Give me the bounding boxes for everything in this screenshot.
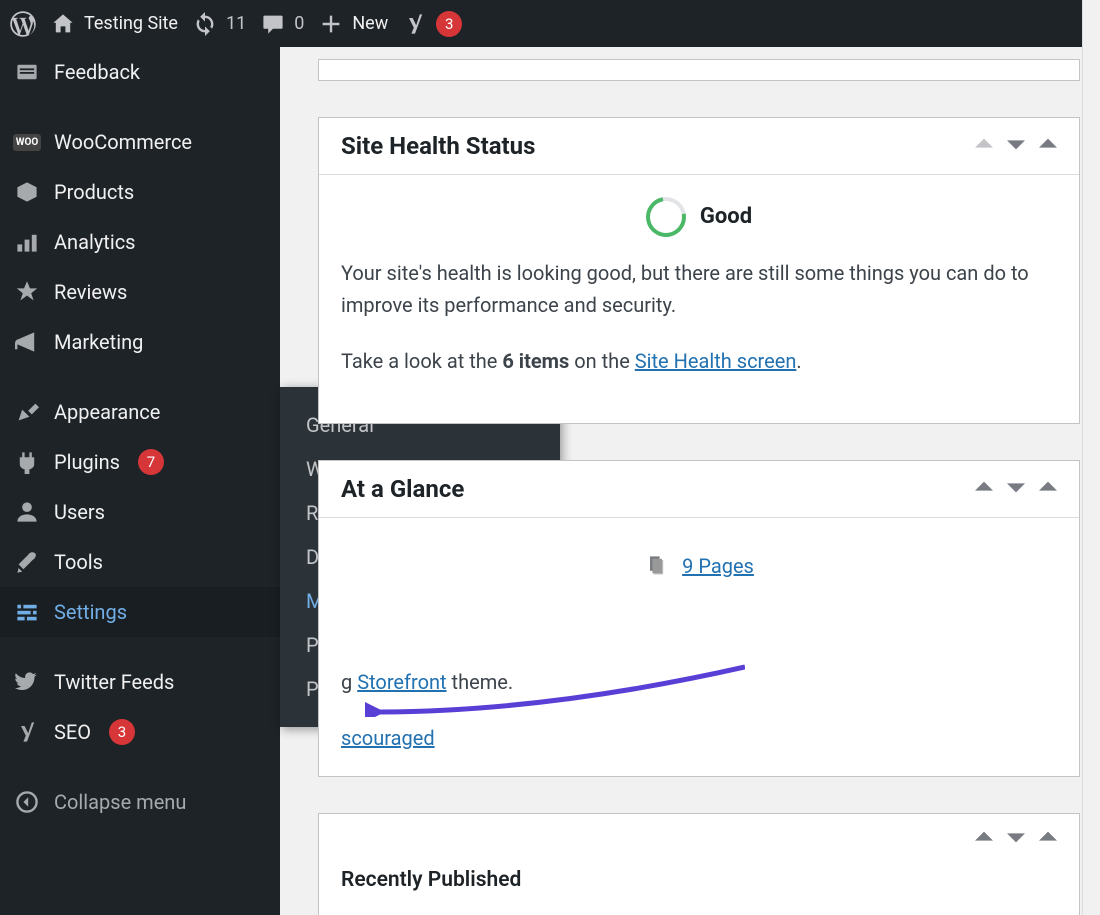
sidebar-item-label: Plugins (54, 450, 120, 474)
at-a-glance-panel: At a Glance 9 Pages g Storefront theme. (318, 460, 1080, 777)
theme-link[interactable]: Storefront (357, 670, 446, 694)
update-count-badge: 7 (138, 449, 164, 475)
sidebar-item-reviews[interactable]: Reviews (0, 267, 280, 317)
appearance-icon (14, 399, 40, 425)
panel-header: At a Glance (319, 461, 1079, 518)
pages-row[interactable]: 9 Pages (341, 540, 1057, 606)
site-health-panel: Site Health Status Good Your site's heal… (318, 117, 1080, 424)
sidebar-item-label: Appearance (54, 400, 160, 424)
sidebar-item-products[interactable]: Products (0, 167, 280, 217)
sidebar-item-settings[interactable]: SettingsGeneralWritingReadingDiscussionM… (0, 587, 280, 637)
health-ring-icon (638, 189, 694, 245)
admin-sidebar: Feedback WOO WooCommerce Products Analytics R… (0, 47, 280, 915)
comments-count: 0 (294, 13, 304, 34)
discouraged-link[interactable]: scouraged (341, 726, 435, 750)
plugins-icon (14, 449, 40, 475)
pages-icon (644, 554, 668, 578)
move-down-icon[interactable] (1007, 135, 1025, 157)
sidebar-item-tools[interactable]: Tools (0, 537, 280, 587)
comments-link[interactable]: 0 (260, 11, 304, 37)
toggle-panel-icon[interactable] (1039, 135, 1057, 157)
yoast-count-badge: 3 (436, 11, 462, 37)
comment-icon (260, 11, 286, 37)
recently-published-heading: Recently Published (341, 864, 1057, 898)
sidebar-item-label: Twitter Feeds (54, 670, 174, 694)
panel-header: Site Health Status (319, 118, 1079, 175)
analytics-icon (14, 229, 40, 255)
sidebar-item-label: Users (54, 500, 105, 524)
sidebar-item-woocommerce[interactable]: WOO WooCommerce (0, 117, 280, 167)
sidebar-item-label: WooCommerce (54, 130, 192, 154)
sidebar-item-twitter-feeds[interactable]: Twitter Feeds (0, 657, 280, 707)
settings-icon (14, 599, 40, 625)
toggle-panel-icon[interactable] (1039, 478, 1057, 500)
health-description: Your site's health is looking good, but … (341, 257, 1057, 321)
feedback-icon (14, 59, 40, 85)
update-count-badge: 3 (109, 719, 135, 745)
toggle-panel-icon[interactable] (1039, 828, 1057, 850)
updates-link[interactable]: 11 (192, 11, 246, 37)
products-icon (14, 179, 40, 205)
move-down-icon[interactable] (1007, 828, 1025, 850)
health-status-row: Good (341, 197, 1057, 237)
sidebar-item-label: Collapse menu (54, 790, 186, 814)
reviews-icon (14, 279, 40, 305)
panel-title: At a Glance (341, 475, 464, 503)
collapse-icon (14, 789, 40, 815)
tools-icon (14, 549, 40, 575)
sidebar-item-plugins[interactable]: Plugins 7 (0, 437, 280, 487)
wordpress-icon (10, 11, 36, 37)
site-name-link[interactable]: Testing Site (50, 11, 178, 37)
admin-bar: Testing Site 11 0 New 3 (0, 0, 1100, 47)
home-icon (50, 11, 76, 37)
yoast-link[interactable]: 3 (402, 11, 462, 37)
move-up-icon[interactable] (975, 478, 993, 500)
site-name: Testing Site (84, 13, 178, 34)
refresh-icon (192, 11, 218, 37)
site-health-link[interactable]: Site Health screen (635, 349, 797, 373)
health-status-label: Good (700, 199, 752, 234)
sidebar-item-label: Tools (54, 550, 103, 574)
sidebar-item-label: Settings (54, 600, 127, 624)
move-down-icon[interactable] (1007, 478, 1025, 500)
sidebar-item-users[interactable]: Users (0, 487, 280, 537)
marketing-icon (14, 329, 40, 355)
discouraged-line: scouraged (341, 722, 1057, 754)
activity-panel: Recently Published (318, 813, 1080, 915)
panel-title: Site Health Status (341, 132, 535, 160)
sidebar-item-marketing[interactable]: Marketing (0, 317, 280, 367)
theme-line: g Storefront theme. (341, 666, 1057, 698)
dashboard-content: Site Health Status Good Your site's heal… (280, 47, 1100, 915)
scrollbar[interactable] (1082, 0, 1100, 915)
panel-header (319, 814, 1079, 864)
twitter-icon (14, 669, 40, 695)
updates-count: 11 (226, 13, 246, 34)
move-up-icon[interactable] (975, 828, 993, 850)
sidebar-item-label: Feedback (54, 60, 140, 84)
new-content-link[interactable]: New (318, 11, 388, 37)
wp-logo[interactable] (10, 11, 36, 37)
sidebar-item-feedback[interactable]: Feedback (0, 47, 280, 97)
sidebar-item-label: Marketing (54, 330, 143, 354)
plus-icon (318, 11, 344, 37)
users-icon (14, 499, 40, 525)
sidebar-item-label: Analytics (54, 230, 136, 254)
sidebar-item-label: Products (54, 180, 134, 204)
move-up-icon[interactable] (975, 135, 993, 157)
pages-link[interactable]: 9 Pages (682, 550, 754, 582)
sidebar-item-analytics[interactable]: Analytics (0, 217, 280, 267)
sidebar-item-collapse-menu[interactable]: Collapse menu (0, 777, 280, 827)
new-label: New (352, 13, 388, 34)
sidebar-item-label: Reviews (54, 280, 127, 304)
sidebar-item-label: SEO (54, 720, 91, 744)
panel-stub (318, 59, 1080, 81)
sidebar-item-seo[interactable]: SEO 3 (0, 707, 280, 757)
yoast-icon (402, 11, 428, 37)
woocommerce-icon: WOO (14, 129, 40, 155)
sidebar-item-appearance[interactable]: Appearance (0, 387, 280, 437)
health-footer: Take a look at the 6 items on the Site H… (341, 345, 1057, 377)
seo-icon (14, 719, 40, 745)
